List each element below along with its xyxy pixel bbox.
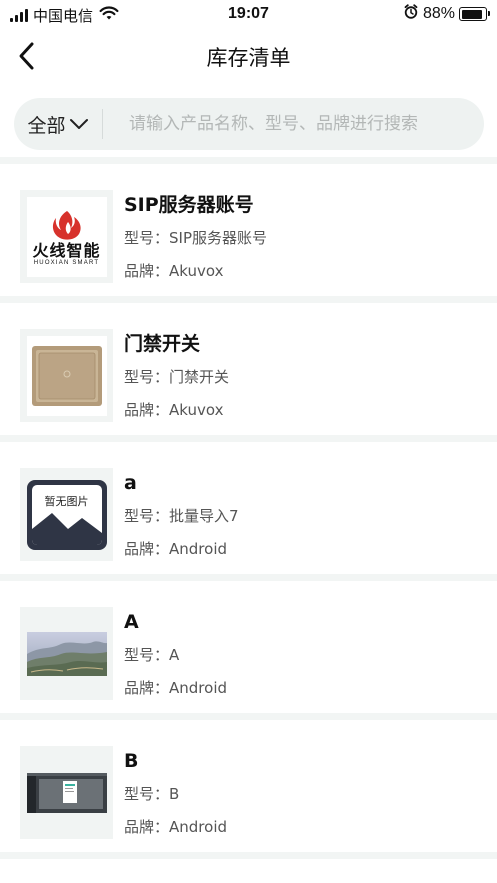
product-thumbnail	[20, 329, 113, 422]
chevron-down-icon	[69, 119, 88, 129]
logo-text: 火线智能	[32, 240, 101, 260]
product-model: 型号：SIP服务器账号	[124, 229, 268, 247]
product-model: 型号：B	[124, 785, 180, 803]
list-item[interactable]: 暂无图片 a 型号：批量导入7 品牌：Android	[0, 442, 497, 574]
product-brand: 品牌：Android	[124, 818, 228, 836]
product-thumbnail	[20, 746, 113, 839]
status-bar: 中国电信 19:07 88%	[0, 0, 497, 28]
category-label: 全部	[27, 114, 66, 137]
screenshot-image	[26, 772, 107, 813]
brand-logo: 火线智能 HUOXIAN SMART	[26, 196, 107, 277]
product-model: 型号：门禁开关	[124, 368, 230, 386]
battery-percent: 88%	[422, 5, 455, 22]
list-item[interactable]: 火线智能 HUOXIAN SMART SIP服务器账号 型号：SIP服务器账号 …	[0, 164, 497, 296]
landscape-photo-image	[26, 631, 107, 676]
product-thumbnail: 火线智能 HUOXIAN SMART	[20, 190, 113, 283]
product-name: 门禁开关	[124, 333, 201, 355]
product-model: 型号：批量导入7	[124, 507, 239, 525]
product-list: 火线智能 HUOXIAN SMART SIP服务器账号 型号：SIP服务器账号 …	[0, 157, 497, 859]
nav-bar: 库存清单	[0, 28, 497, 86]
alarm-icon	[404, 4, 418, 24]
battery-fill	[461, 9, 482, 19]
product-name: B	[124, 750, 139, 772]
product-brand: 品牌：Akuvox	[124, 262, 224, 280]
mountain-icon	[31, 512, 102, 545]
product-brand: 品牌：Akuvox	[124, 401, 224, 419]
no-image-placeholder-icon: 暂无图片	[26, 479, 107, 550]
list-item[interactable]: B 型号：B 品牌：Android	[0, 720, 497, 852]
list-item[interactable]: A 型号：A 品牌：Android	[0, 581, 497, 713]
logo-subtext: HUOXIAN SMART	[33, 259, 100, 266]
product-name: a	[124, 472, 137, 494]
product-brand: 品牌：Android	[124, 679, 228, 697]
product-name: SIP服务器账号	[124, 194, 254, 216]
search-bar: 全部	[14, 98, 484, 150]
list-item[interactable]: 门禁开关 型号：门禁开关 品牌：Akuvox	[0, 303, 497, 435]
search-input[interactable]	[103, 98, 484, 150]
category-dropdown[interactable]: 全部	[14, 98, 102, 150]
product-thumbnail: 暂无图片	[20, 468, 113, 561]
battery-icon	[459, 7, 490, 21]
status-right: 88%	[404, 4, 490, 24]
product-name: A	[124, 611, 139, 633]
product-thumbnail	[20, 607, 113, 700]
product-model: 型号：A	[124, 646, 180, 664]
flame-logo-icon	[52, 210, 81, 240]
switch-panel-image	[31, 345, 102, 406]
product-brand: 品牌：Android	[124, 540, 228, 558]
page-title: 库存清单	[206, 46, 291, 70]
